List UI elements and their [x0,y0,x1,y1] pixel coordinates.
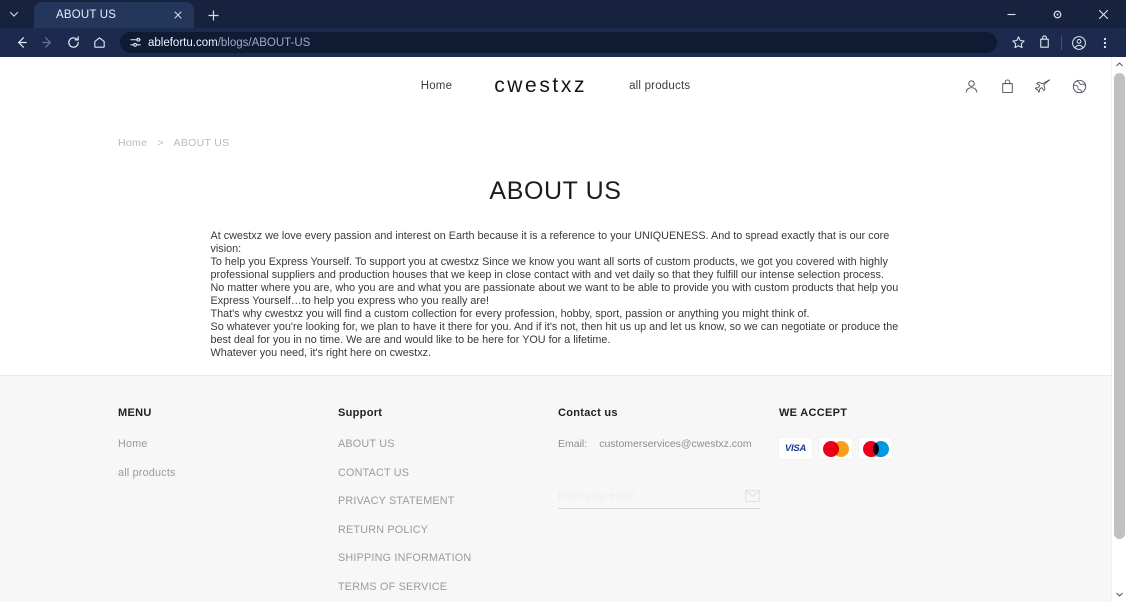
browser-window: ABOUT US ablefortu.com/blogs/ABOUT-US Ho… [0,0,1126,602]
chevron-down-icon[interactable] [0,0,28,28]
maximize-icon[interactable] [1034,0,1080,28]
url-path: /blogs/ABOUT-US [217,36,311,49]
footer-link-home[interactable]: Home [118,438,176,450]
profile-icon[interactable] [1066,30,1092,56]
breadcrumb-home[interactable]: Home [118,137,147,149]
header-icon-group [961,76,1089,96]
main-navigation: Home cwestxz all products [0,74,1111,98]
minimize-icon[interactable] [988,0,1034,28]
footer-heading-contact: Contact us [558,407,618,419]
mastercard-card-icon [819,438,852,459]
extensions-icon[interactable] [1031,30,1057,56]
window-controls [988,0,1126,28]
tab-strip: ABOUT US [0,0,1126,28]
mastercard-circles [822,440,849,457]
paragraph: That's why cwestxz you will find a custo… [210,307,810,320]
footer-column-support: Support ABOUT US CONTACT US PRIVACY STAT… [338,407,471,602]
paragraph: Whatever you need, it's right here on cw… [210,346,432,359]
address-bar[interactable]: ablefortu.com/blogs/ABOUT-US [120,32,997,53]
kebab-menu-icon[interactable] [1092,30,1118,56]
page-title: ABOUT US [489,177,622,205]
footer-link-terms-of-service[interactable]: TERMS OF SERVICE [338,581,471,593]
arrow-back-icon[interactable] [8,30,34,56]
star-icon[interactable] [1005,30,1031,56]
footer-heading-we-accept: WE ACCEPT [779,407,848,419]
footer-heading-support: Support [338,407,383,419]
payment-method-list: VISA maestro [779,438,892,459]
footer-column-we-accept: WE ACCEPT VISA maestro [779,407,892,459]
home-icon[interactable] [86,30,112,56]
footer-heading-menu: MENU [118,407,152,419]
footer-link-return-policy[interactable]: RETURN POLICY [338,524,471,536]
page-viewport: Home cwestxz all products Home > ABOUT U… [0,57,1126,602]
breadcrumb: Home > ABOUT US [0,115,1111,149]
newsletter-form[interactable] [558,483,760,509]
new-tab-button[interactable] [200,2,226,28]
scroll-up-arrow-icon[interactable] [1112,57,1126,72]
tune-icon[interactable] [128,36,142,50]
reload-icon[interactable] [60,30,86,56]
envelope-icon[interactable] [744,489,760,502]
breadcrumb-current: ABOUT US [173,137,230,149]
footer-link-privacy-statement[interactable]: PRIVACY STATEMENT [338,495,471,507]
airplane-icon[interactable] [1033,76,1053,96]
browser-tab[interactable]: ABOUT US [34,2,194,28]
account-icon[interactable] [961,76,981,96]
contact-email-label: Email: [558,438,588,450]
arrow-forward-icon [34,30,60,56]
close-icon[interactable] [170,7,186,23]
globe-icon[interactable] [1069,76,1089,96]
browser-toolbar: ablefortu.com/blogs/ABOUT-US [0,28,1126,57]
scrollbar-thumb[interactable] [1114,73,1125,539]
paragraph: No matter where you are, who you are and… [210,281,899,307]
shopping-bag-icon[interactable] [997,76,1017,96]
tab-title: ABOUT US [56,9,117,21]
scroll-down-arrow-icon[interactable] [1112,587,1126,602]
footer-link-shipping-information[interactable]: SHIPPING INFORMATION [338,552,471,564]
nav-home[interactable]: Home [421,80,452,92]
url-domain: ablefortu.com [148,36,218,49]
breadcrumb-separator: > [157,137,164,149]
footer-column-menu: MENU Home all products [118,407,176,495]
toolbar-actions [1005,30,1118,56]
page-scrollbar[interactable] [1111,57,1126,602]
footer-column-contact: Contact us Email: customerservices@cwestx… [558,407,768,450]
paragraph: At cwestxz we love every passion and int… [210,230,890,255]
web-page: Home cwestxz all products Home > ABOUT U… [0,57,1111,602]
toolbar-divider [1061,35,1062,50]
paragraph: To help you Express Yourself. To support… [210,255,888,281]
footer-link-contact-us[interactable]: CONTACT US [338,467,471,479]
site-logo[interactable]: cwestxz [494,74,587,98]
footer-link-all-products[interactable]: all products [118,467,176,479]
site-footer: MENU Home all products Support ABOUT US … [0,375,1111,602]
address-bar-url: ablefortu.com/blogs/ABOUT-US [148,37,310,49]
about-body-copy: At cwestxz we love every passion and int… [211,230,901,360]
maestro-card-icon: maestro [859,438,892,459]
visa-card-icon: VISA [779,438,812,459]
visa-label: VISA [784,443,807,454]
maestro-circles: maestro [862,440,889,458]
window-close-icon[interactable] [1080,0,1126,28]
contact-email-row: Email: customerservices@cwestxz.com [558,438,768,450]
site-header: Home cwestxz all products [0,57,1111,115]
newsletter-email-input[interactable] [558,489,744,502]
maestro-label: maestro [870,454,881,458]
footer-link-about-us[interactable]: ABOUT US [338,438,471,450]
paragraph: So whatever you're looking for, we plan … [210,320,899,346]
nav-all-products[interactable]: all products [629,80,690,92]
contact-email-value[interactable]: customerservices@cwestxz.com [599,438,751,450]
